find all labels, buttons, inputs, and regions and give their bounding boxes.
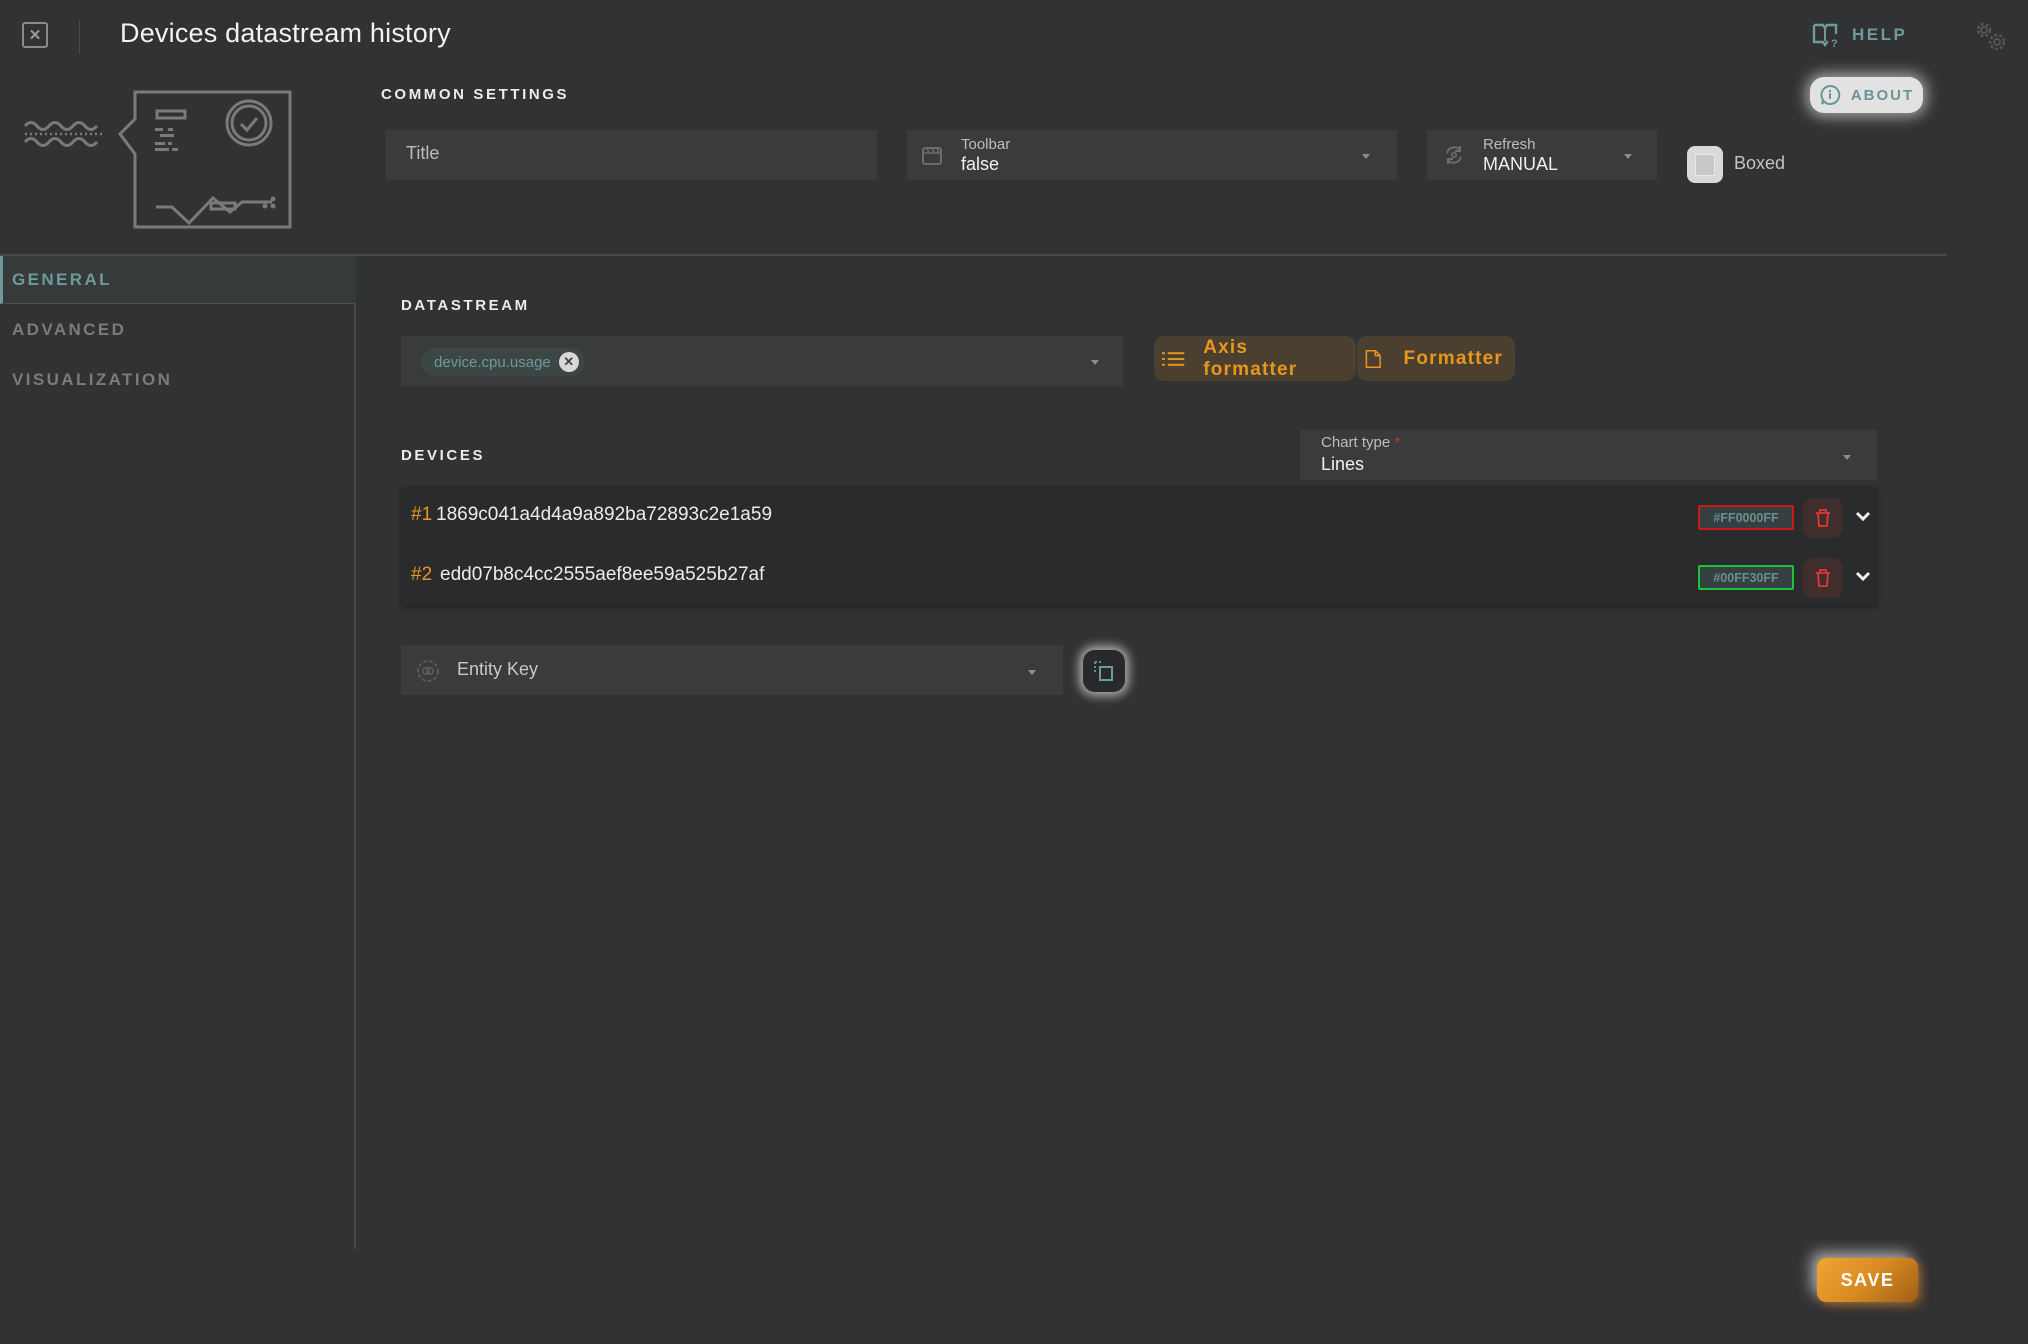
- refresh-icon: [1446, 146, 1462, 164]
- target-icon: [417, 660, 439, 682]
- header-divider: [79, 20, 80, 54]
- axis-formatter-label: Axis formatter: [1203, 336, 1298, 380]
- chart-type-value: Lines: [1321, 454, 1365, 474]
- trash-icon: [1816, 509, 1830, 527]
- sidebar-item-advanced[interactable]: ADVANCED: [0, 306, 356, 354]
- clapperboard-icon: [922, 147, 942, 165]
- svg-text:?: ?: [1831, 38, 1840, 48]
- list-icon: [1162, 351, 1185, 366]
- chart-type-label: Chart type *: [1321, 434, 1401, 451]
- expand-device-button[interactable]: [1851, 564, 1875, 588]
- sidebar-item-general[interactable]: GENERAL: [0, 256, 356, 304]
- trash-icon: [1816, 569, 1830, 587]
- common-settings-heading: COMMON SETTINGS: [381, 86, 570, 103]
- chevron-down-icon: [1855, 511, 1871, 522]
- title-placeholder: Title: [406, 143, 440, 163]
- refresh-label: Refresh: [1483, 136, 1536, 153]
- device-id: edd07b8c4cc2555aef8ee59a525b27af: [440, 564, 765, 585]
- close-button[interactable]: ✕: [22, 22, 48, 48]
- copy-entity-key-button[interactable]: [1083, 650, 1125, 692]
- toolbar-label: Toolbar: [961, 136, 1011, 153]
- chip-remove-icon[interactable]: ✕: [558, 352, 579, 372]
- device-id: 1869c041a4d4a9a892ba72893c2e1a59: [436, 504, 773, 525]
- formatter-button[interactable]: Formatter: [1357, 336, 1515, 381]
- expand-device-button[interactable]: [1851, 504, 1875, 528]
- about-button[interactable]: ABOUT: [1810, 77, 1923, 113]
- sidebar-divider: [354, 304, 356, 1249]
- title-input[interactable]: Title: [386, 130, 877, 180]
- gears-icon: [1976, 22, 2006, 51]
- datastream-chip: device.cpu.usage ✕: [421, 348, 585, 376]
- save-button[interactable]: SAVE: [1817, 1258, 1918, 1302]
- help-button[interactable]: ? HELP: [1812, 22, 1907, 48]
- settings-button[interactable]: [1972, 18, 2012, 54]
- copy-icon: [1094, 661, 1113, 681]
- caret-down-icon: [1028, 670, 1036, 675]
- color-badge[interactable]: #00FF30FF: [1698, 565, 1794, 590]
- caret-down-icon: [1091, 360, 1099, 365]
- caret-down-icon: [1362, 154, 1370, 159]
- sidebar-item-visualization[interactable]: VISUALIZATION: [0, 356, 356, 404]
- chart-type-select[interactable]: Chart type * Lines: [1300, 430, 1877, 480]
- color-badge[interactable]: #FF0000FF: [1698, 505, 1794, 530]
- book-question-icon: ?: [1812, 23, 1840, 48]
- refresh-select[interactable]: Refresh MANUAL: [1427, 130, 1657, 180]
- about-label: ABOUT: [1850, 86, 1915, 104]
- toolbar-value: false: [961, 154, 1000, 174]
- device-index: #1: [411, 504, 433, 525]
- refresh-value: MANUAL: [1483, 154, 1559, 174]
- devices-heading: DEVICES: [401, 447, 486, 464]
- axis-formatter-button[interactable]: Axis formatter: [1154, 336, 1356, 381]
- device-row: #2 edd07b8c4cc2555aef8ee59a525b27af #00F…: [401, 546, 1877, 606]
- caret-down-icon: [1624, 154, 1632, 159]
- datastream-heading: DATASTREAM: [401, 297, 530, 314]
- datastream-select[interactable]: device.cpu.usage ✕: [401, 336, 1123, 386]
- document-icon: [1365, 349, 1381, 368]
- entity-key-placeholder: Entity Key: [457, 659, 539, 679]
- widget-illustration: [23, 90, 292, 229]
- help-label: HELP: [1852, 25, 1908, 44]
- formatter-label: Formatter: [1403, 347, 1503, 369]
- caret-down-icon: [1843, 455, 1851, 460]
- chevron-down-icon: [1855, 571, 1871, 582]
- close-x-icon: ✕: [28, 27, 42, 44]
- page-title: Devices datastream history: [120, 18, 451, 48]
- info-bubble-icon: [1820, 84, 1841, 105]
- device-row: #1 1869c041a4d4a9a892ba72893c2e1a59 #FF0…: [401, 486, 1877, 546]
- delete-device-button[interactable]: [1803, 558, 1843, 598]
- chip-label: device.cpu.usage: [434, 353, 551, 371]
- device-index: #2: [411, 564, 433, 585]
- boxed-checkbox[interactable]: [1687, 146, 1723, 183]
- devices-list: #1 1869c041a4d4a9a892ba72893c2e1a59 #FF0…: [401, 486, 1877, 606]
- boxed-label: Boxed: [1734, 153, 1786, 173]
- entity-key-select[interactable]: Entity Key: [401, 645, 1063, 695]
- delete-device-button[interactable]: [1803, 498, 1843, 538]
- toolbar-select[interactable]: Toolbar false: [907, 130, 1397, 180]
